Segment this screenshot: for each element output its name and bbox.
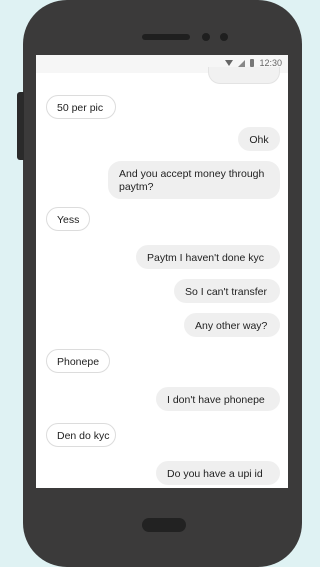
message-bubble-sent[interactable]: Paytm I haven't done kyc xyxy=(136,245,280,269)
battery-icon xyxy=(250,59,255,67)
home-button[interactable] xyxy=(142,518,186,532)
message-bubble-received[interactable]: Yess xyxy=(46,207,90,231)
phone-camera-dot xyxy=(220,33,228,41)
message-bubble-received[interactable]: Den do kyc xyxy=(46,423,116,447)
phone-sensor-dot xyxy=(202,33,210,41)
message-bubble-sent[interactable]: Do you have a upi id xyxy=(156,461,280,485)
message-bubble-sent[interactable]: So I can't transfer xyxy=(174,279,280,303)
previous-message-edge xyxy=(208,67,280,84)
message-bubble-received[interactable]: 50 per pic xyxy=(46,95,116,119)
phone-screen: 12:30 50 per pic Ohk And you accept mone… xyxy=(36,55,288,488)
message-bubble-received[interactable]: Phonepe xyxy=(46,349,110,373)
message-bubble-sent[interactable]: Ohk xyxy=(238,127,280,151)
message-bubble-sent[interactable]: And you accept money through paytm? xyxy=(108,161,280,199)
wifi-icon xyxy=(225,60,234,66)
phone-speaker xyxy=(142,34,190,40)
message-bubble-sent[interactable]: Any other way? xyxy=(184,313,280,337)
message-bubble-sent[interactable]: I don't have phonepe xyxy=(156,387,280,411)
signal-icon xyxy=(238,59,246,67)
phone-side-button xyxy=(17,92,24,160)
